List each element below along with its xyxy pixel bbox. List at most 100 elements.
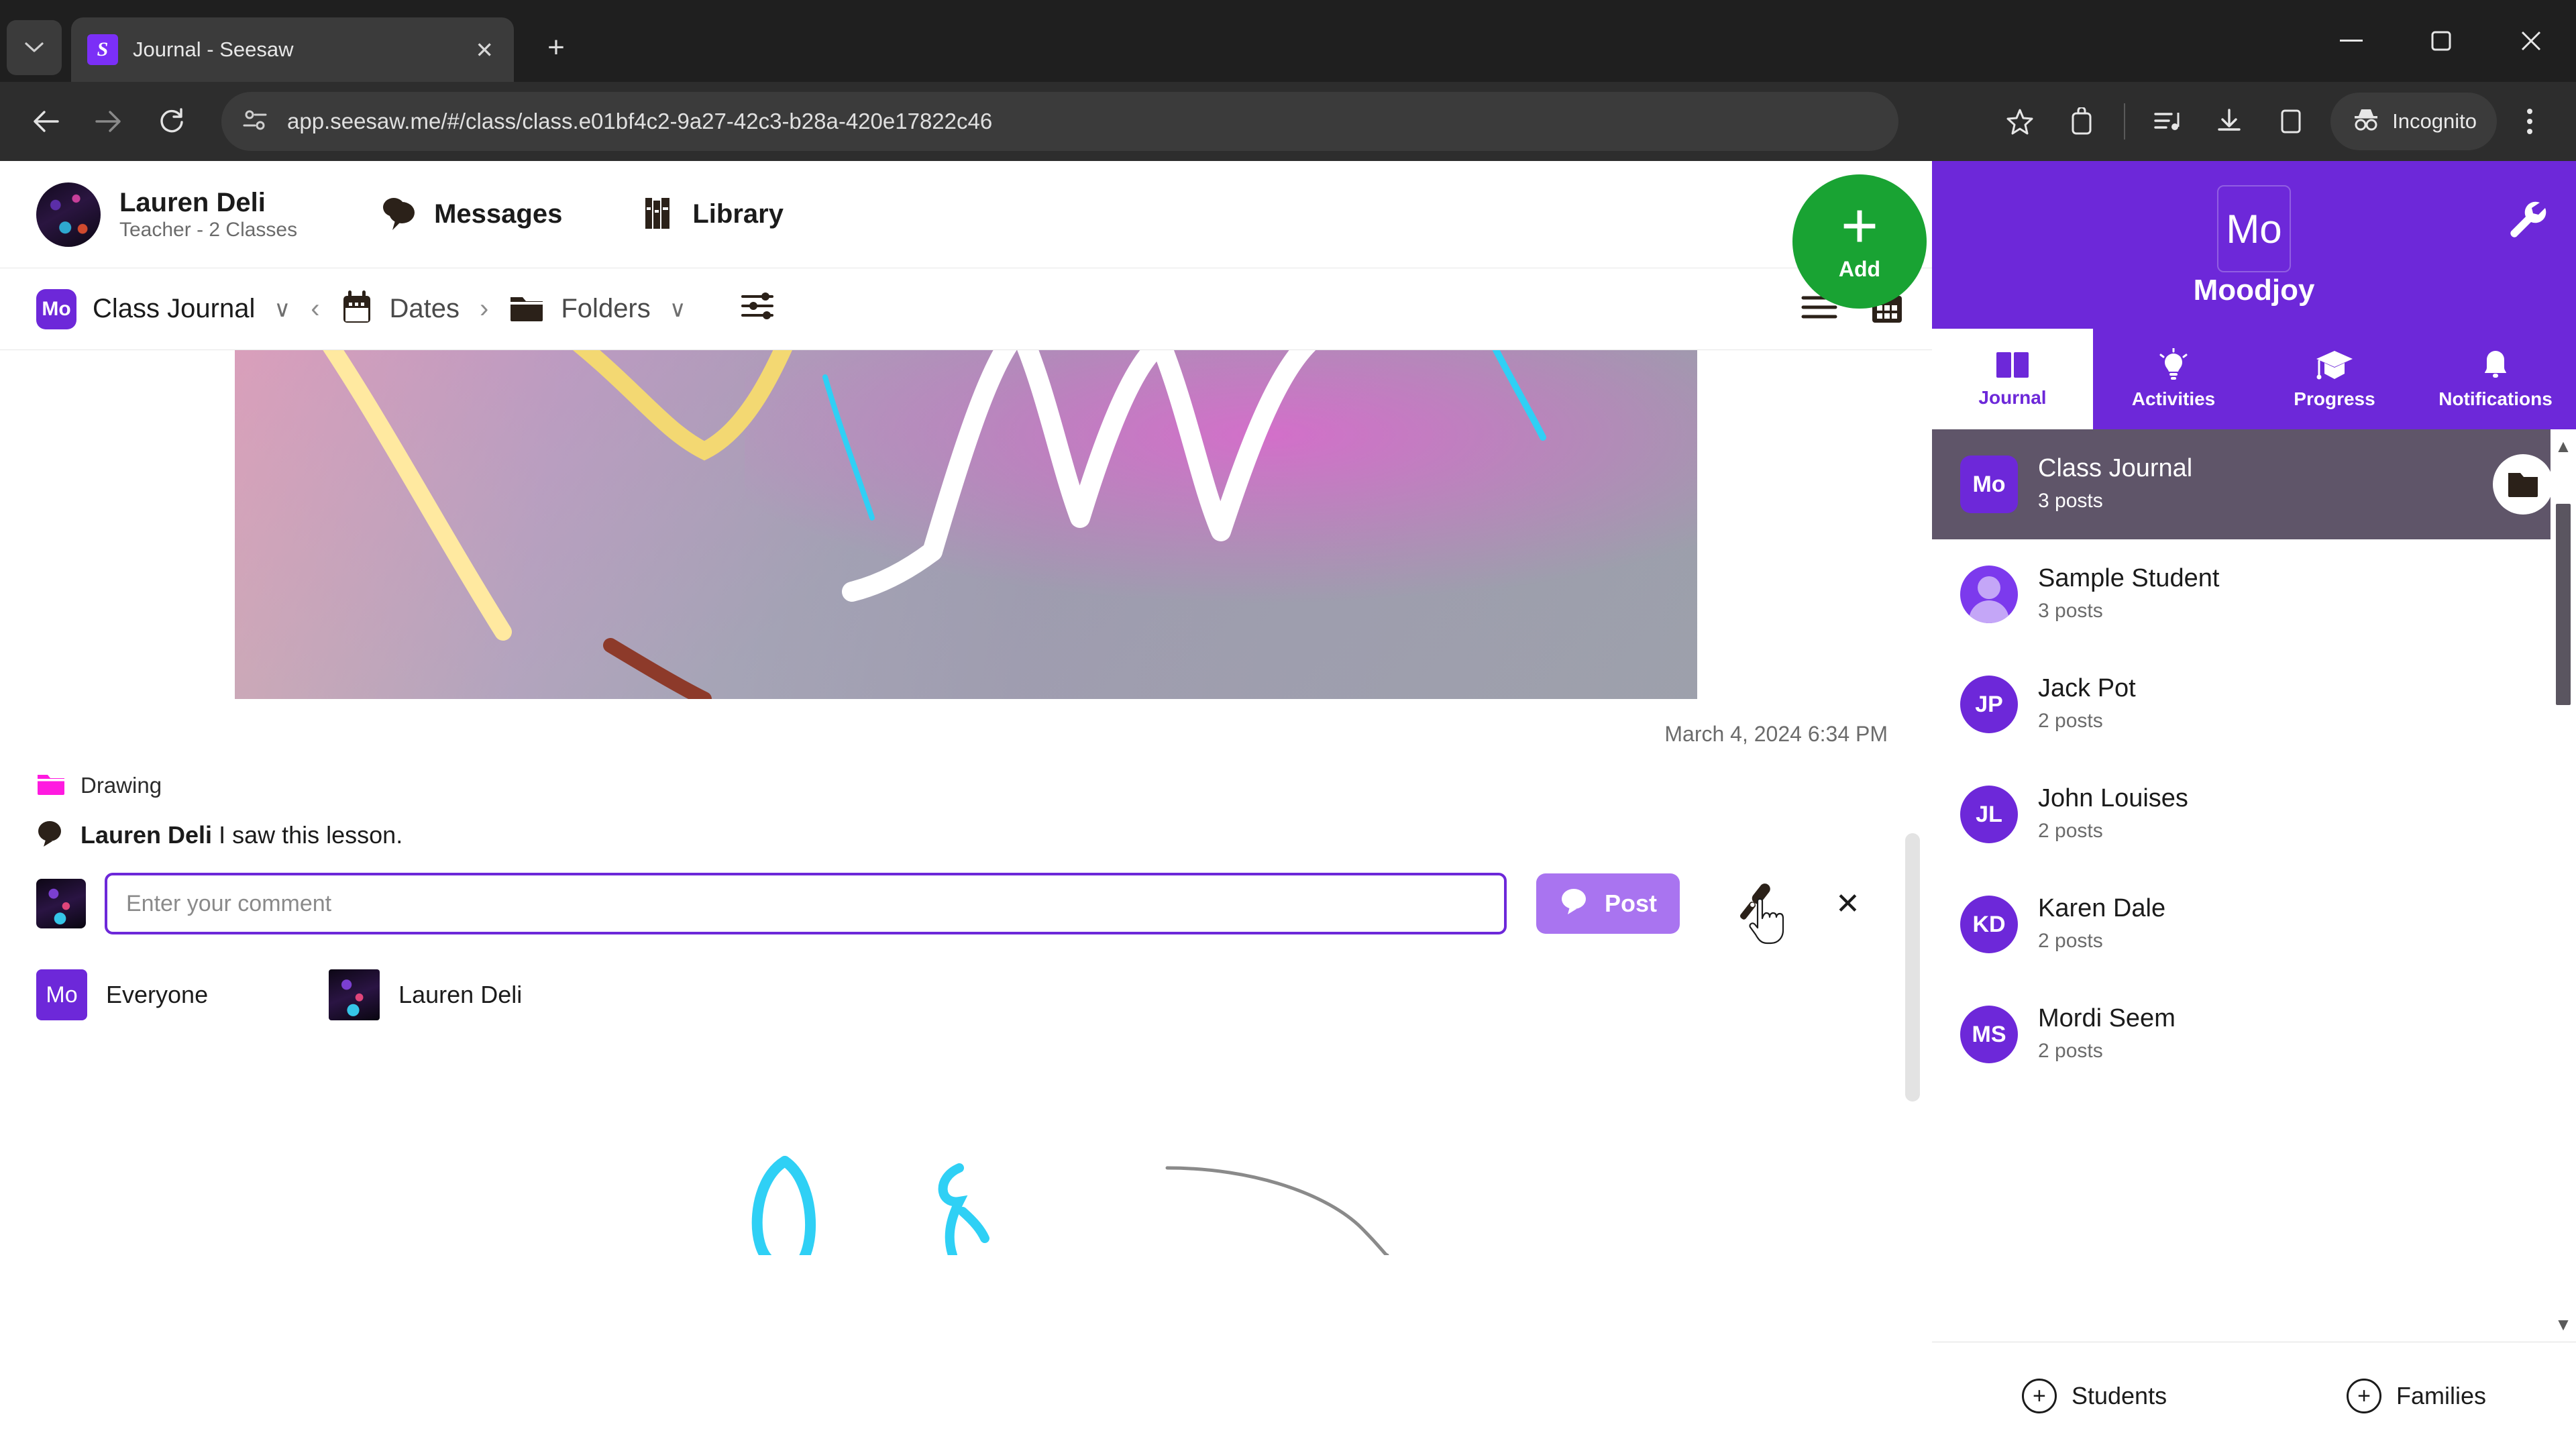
sidebar-scrollbar-thumb[interactable] [2556,504,2571,705]
class-selector[interactable]: Mo Class Journal [36,288,256,329]
browser-tab[interactable]: S Journal - Seesaw ✕ [71,17,514,82]
next-date-button[interactable]: › [480,294,488,324]
student-avatar: JL [1960,786,2018,843]
post-drawing-image[interactable] [235,350,1697,699]
feed-scrollbar-thumb[interactable] [1905,833,1920,1102]
list-item-john-louises[interactable]: JL John Louises 2 posts [1932,759,2576,869]
list-item-post-count: 2 posts [2038,709,2103,732]
plus-circle-icon: + [2021,1378,2057,1413]
teacher-avatar [329,969,380,1020]
seesaw-app: Lauren Deli Teacher - 2 Classes Messages [0,161,2576,1449]
wrench-icon [2510,201,2546,237]
dates-label: Dates [389,294,460,323]
library-nav-item[interactable]: Library [643,194,784,235]
post-timestamp: March 4, 2024 6:34 PM [1664,722,1888,746]
library-label: Library [692,199,784,229]
sidebar-scrollbar[interactable]: ▲ ▼ [2551,429,2576,1342]
sidebar-class-badge: Mo [2217,185,2291,272]
class-dropdown-caret-icon[interactable]: ∨ [274,296,290,323]
reload-button[interactable] [144,93,200,150]
address-bar[interactable]: app.seesaw.me/#/class/class.e01bf4c2-9a2… [221,92,1898,151]
scroll-down-arrow-icon[interactable]: ▼ [2555,1307,2572,1342]
voice-comment-button[interactable] [1727,875,1784,944]
filters-icon[interactable] [740,288,775,329]
list-item-name: Mordi Seem [2038,1004,2176,1033]
folder-tag-icon [36,771,66,800]
share-teacher[interactable]: Lauren Deli [329,969,522,1020]
student-avatar: KD [1960,896,2018,953]
user-profile-button[interactable]: Lauren Deli Teacher - 2 Classes [36,182,297,247]
list-item-mordi-seem[interactable]: MS Mordi Seem 2 posts [1932,979,2576,1089]
seesaw-favicon: S [87,34,118,65]
comment-compose-row: Post ✕ [0,850,1932,944]
list-item-name: Class Journal [2038,454,2193,483]
class-sidebar: + Add Mo Moodjoy Journal Activities Prog… [1792,161,2576,1449]
star-icon[interactable] [1991,93,2049,150]
bell-icon [2485,351,2506,378]
tab-notifications[interactable]: Notifications [2415,329,2576,429]
close-comment-composer-icon[interactable]: ✕ [1835,887,1860,921]
tab-notifications-label: Notifications [2438,388,2553,409]
plus-icon: + [1840,189,1879,262]
class-journal-folder-icon[interactable] [2493,454,2553,515]
list-item-post-count: 2 posts [2038,929,2103,952]
journal-toolbar: Mo Class Journal ∨ ‹ Dates › Folders ∨ [0,268,1932,350]
messages-nav-item[interactable]: Messages [378,194,562,235]
list-item-sample-student[interactable]: Sample Student 3 posts [1932,539,2576,649]
student-avatar: JP [1960,676,2018,733]
incognito-indicator[interactable]: Incognito [2330,93,2497,150]
post-button-label: Post [1605,890,1658,917]
next-post-preview[interactable] [0,1121,1932,1255]
messages-label: Messages [434,199,563,229]
scroll-up-arrow-icon[interactable]: ▲ [2555,429,2572,464]
tab-journal[interactable]: Journal [1932,329,2093,429]
folders-label: Folders [561,294,651,323]
tab-activities[interactable]: Activities [2093,329,2254,429]
close-tab-icon[interactable]: ✕ [471,37,498,63]
list-item-class-journal[interactable]: Mo Class Journal 3 posts [1932,429,2576,539]
post-comment-button[interactable]: Post [1536,873,1680,934]
close-window-button[interactable] [2486,0,2576,82]
chat-bubble-icon [378,194,419,235]
list-item-karen-dale[interactable]: KD Karen Dale 2 posts [1932,869,2576,979]
list-item-post-count: 2 posts [2038,819,2103,842]
folders-filter[interactable]: Folders [508,292,651,326]
add-button[interactable]: + Add [1792,174,1927,309]
graduation-cap-icon [2316,351,2353,380]
folders-dropdown-caret-icon[interactable]: ∨ [669,296,686,323]
kebab-menu-icon[interactable] [2501,93,2559,150]
add-families-button[interactable]: + Families [2347,1378,2486,1413]
side-panel-icon[interactable] [2262,93,2320,150]
prev-date-button[interactable]: ‹ [311,294,319,324]
download-icon[interactable] [2200,93,2258,150]
site-settings-icon[interactable] [241,109,268,135]
class-settings-button[interactable] [2502,196,2549,246]
tab-search-button[interactable] [7,20,62,75]
toolbar-divider [2124,103,2126,140]
back-button[interactable] [17,93,74,150]
class-journal-title: Class Journal [93,294,256,323]
reading-list-icon[interactable] [2139,93,2196,150]
post-folder-tag[interactable]: Drawing [0,747,1932,800]
share-everyone[interactable]: Mo Everyone [36,969,208,1020]
journal-feed[interactable]: March 4, 2024 6:34 PM Drawing Lauren Del… [0,350,1932,1449]
maximize-button[interactable] [2396,0,2486,82]
forward-button[interactable] [80,93,137,150]
sidebar-student-list[interactable]: Mo Class Journal 3 posts Sample Student … [1932,429,2576,1342]
tab-progress[interactable]: Progress [2254,329,2415,429]
add-students-button[interactable]: + Students [2021,1378,2167,1413]
incognito-label: Incognito [2392,109,2477,133]
extensions-icon[interactable] [2053,93,2110,150]
comment-input[interactable] [105,873,1507,934]
window-controls [2306,0,2576,82]
main-column: Lauren Deli Teacher - 2 Classes Messages [0,161,1932,1449]
incognito-icon [2351,106,2381,137]
list-item-name: John Louises [2038,784,2188,813]
list-item-jack-pot[interactable]: JP Jack Pot 2 posts [1932,649,2576,759]
minimize-button[interactable] [2306,0,2396,82]
browser-omnibox-bar: app.seesaw.me/#/class/class.e01bf4c2-9a2… [0,82,2576,161]
user-name: Lauren Deli [119,187,266,217]
new-tab-button[interactable]: + [533,24,580,71]
sidebar-class-header: + Add Mo Moodjoy [1792,161,2576,329]
dates-filter[interactable]: Dates [340,289,460,329]
